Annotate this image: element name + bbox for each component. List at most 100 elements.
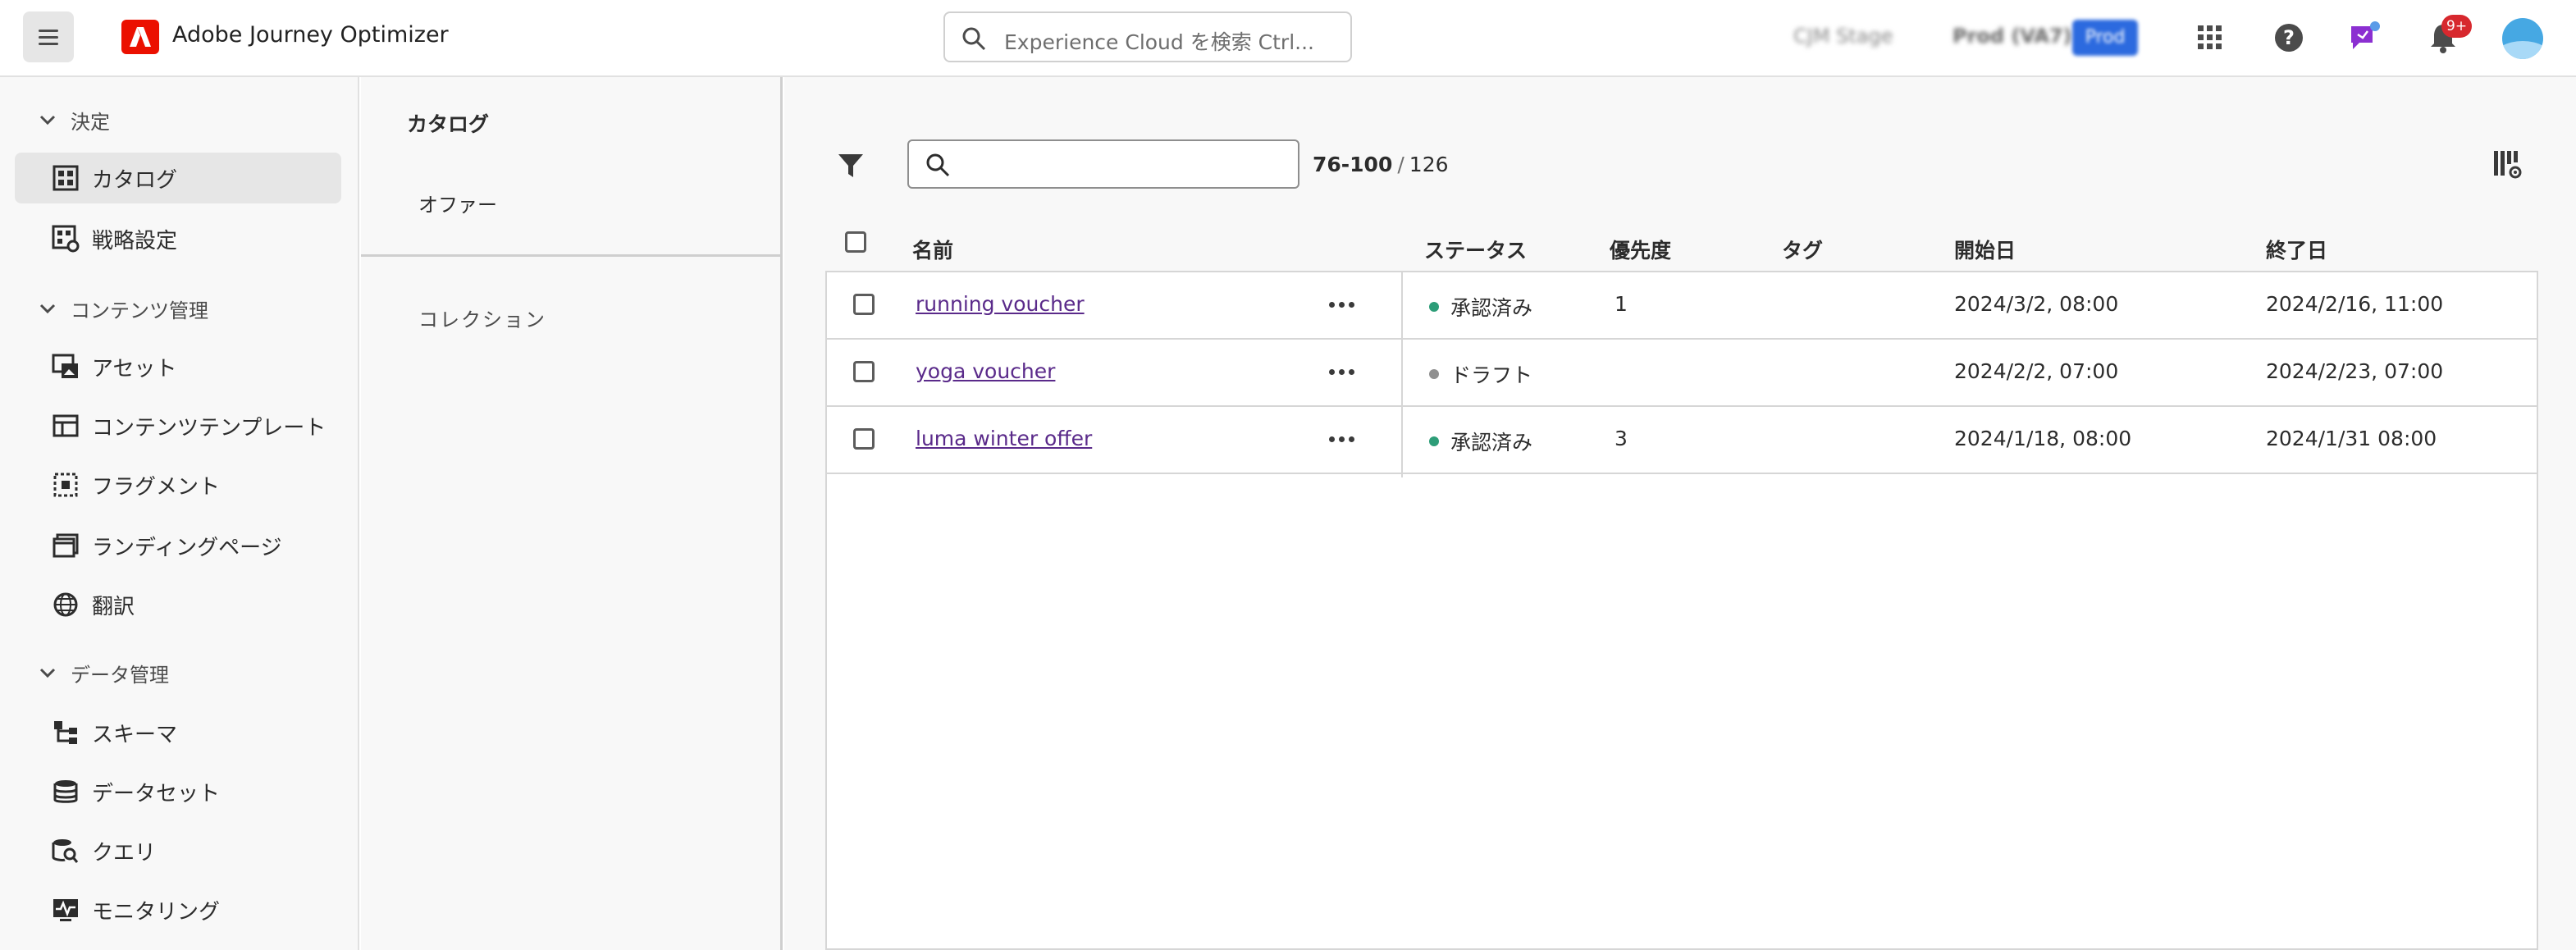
assets-icon bbox=[49, 350, 82, 383]
table-header: 名前 ステータス 優先度 タグ 開始日 終了日 bbox=[825, 218, 2538, 271]
column-tags[interactable]: タグ bbox=[1782, 235, 1823, 264]
sidebar-item-queries[interactable]: クエリ bbox=[15, 825, 341, 876]
pagination-separator: / bbox=[1397, 153, 1404, 176]
status-text: 承認済み bbox=[1450, 431, 1533, 454]
search-placeholder: Experience Cloud を検索 Ctrl... bbox=[1004, 30, 1314, 54]
column-priority[interactable]: 優先度 bbox=[1610, 235, 1671, 264]
sidebar-item-label: アセット bbox=[92, 356, 177, 381]
sidebar-item-fragments[interactable]: フラグメント bbox=[15, 459, 341, 510]
offer-name-link[interactable]: running voucher bbox=[916, 292, 1085, 316]
end-date-value: 2024/1/31 08:00 bbox=[2266, 427, 2437, 450]
landing-page-icon bbox=[49, 529, 82, 562]
pagination-range: 76-100 bbox=[1313, 153, 1393, 176]
catalog-title: カタログ bbox=[407, 112, 490, 136]
sidebar-item-content-templates[interactable]: コンテンツテンプレート bbox=[15, 400, 341, 451]
app-title[interactable]: Adobe Journey Optimizer bbox=[172, 22, 449, 48]
sidebar-item-catalog[interactable]: カタログ bbox=[15, 153, 341, 203]
section-data-management[interactable]: データ管理 bbox=[36, 656, 169, 689]
sidebar-item-label: ランディングページ bbox=[92, 535, 282, 560]
pagination-count: 76-100/126 bbox=[1313, 153, 1449, 176]
sidebar-item-monitoring[interactable]: モニタリング bbox=[15, 884, 341, 935]
pagination-total: 126 bbox=[1409, 153, 1449, 176]
section-label: コンテンツ管理 bbox=[71, 299, 208, 322]
top-bar: Adobe Journey Optimizer Experience Cloud… bbox=[0, 0, 2576, 77]
status-text: ドラフト bbox=[1450, 363, 1533, 387]
section-content-management[interactable]: コンテンツ管理 bbox=[36, 292, 208, 325]
section-decision[interactable]: 決定 bbox=[36, 103, 110, 136]
chevron-down-icon bbox=[36, 297, 59, 320]
offer-name-link[interactable]: yoga voucher bbox=[916, 359, 1055, 383]
table-row[interactable]: luma winter offer 承認済み 3 2024/1/18, 08:0… bbox=[827, 407, 2537, 474]
sidebar-item-label: 戦略設定 bbox=[92, 228, 178, 253]
sidebar-item-label: スキーマ bbox=[92, 722, 178, 747]
feedback-icon[interactable] bbox=[2345, 18, 2384, 57]
column-name[interactable]: 名前 bbox=[912, 235, 953, 264]
row-checkbox[interactable] bbox=[853, 428, 875, 450]
database-icon bbox=[49, 775, 82, 808]
fragment-icon bbox=[49, 468, 82, 501]
env-button-label: Prod bbox=[2085, 27, 2126, 48]
sidebar-item-label: クエリ bbox=[92, 840, 157, 866]
sidebar-item-strategy[interactable]: 戦略設定 bbox=[15, 213, 341, 264]
sidebar-item-label: データセット bbox=[92, 781, 221, 806]
catalog-icon bbox=[49, 162, 82, 194]
end-date-value: 2024/2/16, 11:00 bbox=[2266, 292, 2444, 316]
sandbox-label[interactable]: CJM Stage bbox=[1793, 25, 1893, 48]
more-actions-icon[interactable] bbox=[1329, 302, 1354, 308]
status-badge: ドラフト bbox=[1429, 359, 1532, 389]
monitoring-icon bbox=[49, 893, 82, 926]
hamburger-icon bbox=[39, 35, 58, 39]
query-icon bbox=[49, 834, 82, 867]
column-settings-icon[interactable] bbox=[2492, 149, 2523, 184]
status-dot bbox=[1429, 369, 1439, 379]
status-dot bbox=[1429, 436, 1439, 446]
sidebar-item-assets[interactable]: アセット bbox=[15, 341, 341, 392]
global-search-input[interactable]: Experience Cloud を検索 Ctrl... bbox=[943, 11, 1352, 62]
sidebar-item-label: カタログ bbox=[92, 167, 178, 193]
sidebar-item-schema[interactable]: スキーマ bbox=[15, 707, 341, 758]
template-icon bbox=[49, 409, 82, 442]
org-label[interactable]: Prod (VA7) bbox=[1953, 25, 2072, 48]
sidebar-item-translation[interactable]: 翻訳 bbox=[15, 579, 341, 630]
catalog-divider bbox=[361, 254, 781, 257]
sidebar-item-datasets[interactable]: データセット bbox=[15, 766, 341, 817]
apps-grid-icon[interactable] bbox=[2190, 18, 2230, 57]
help-icon[interactable]: ? bbox=[2269, 18, 2309, 57]
main-content: 76-100/126 名前 ステータス 優先度 タグ 開始日 終了日 runni… bbox=[784, 77, 2576, 950]
start-date-value: 2024/2/2, 07:00 bbox=[1954, 359, 2119, 383]
more-actions-icon[interactable] bbox=[1329, 436, 1354, 442]
more-actions-icon[interactable] bbox=[1329, 369, 1354, 375]
filter-icon[interactable] bbox=[837, 151, 865, 182]
end-date-value: 2024/2/23, 07:00 bbox=[2266, 359, 2444, 383]
start-date-value: 2024/3/2, 08:00 bbox=[1954, 292, 2119, 316]
select-all-checkbox[interactable] bbox=[845, 231, 866, 253]
table-row[interactable]: yoga voucher ドラフト 2024/2/2, 07:00 2024/2… bbox=[827, 340, 2537, 407]
notification-badge: 9+ bbox=[2441, 15, 2473, 38]
row-checkbox[interactable] bbox=[853, 294, 875, 315]
priority-value: 1 bbox=[1615, 292, 1628, 316]
start-date-value: 2024/1/18, 08:00 bbox=[1954, 427, 2132, 450]
tab-collections[interactable]: コレクション bbox=[418, 304, 546, 332]
tab-offers[interactable]: オファー bbox=[418, 189, 497, 217]
chevron-down-icon bbox=[36, 661, 59, 684]
sidebar-item-label: コンテンツテンプレート bbox=[92, 415, 327, 441]
priority-value: 3 bbox=[1615, 427, 1628, 450]
offer-name-link[interactable]: luma winter offer bbox=[916, 427, 1092, 450]
avatar[interactable] bbox=[2502, 18, 2543, 59]
env-button[interactable]: Prod bbox=[2072, 20, 2138, 56]
row-checkbox[interactable] bbox=[853, 361, 875, 382]
sidebar-item-label: 翻訳 bbox=[92, 594, 135, 619]
column-status[interactable]: ステータス bbox=[1424, 235, 1527, 264]
column-end-date[interactable]: 終了日 bbox=[2266, 235, 2327, 264]
offer-search-input[interactable] bbox=[907, 139, 1299, 189]
svg-text:?: ? bbox=[2283, 26, 2295, 49]
sidebar-item-landing-pages[interactable]: ランディングページ bbox=[15, 520, 341, 571]
column-start-date[interactable]: 開始日 bbox=[1954, 235, 2016, 264]
table-body: running voucher 承認済み 1 2024/3/2, 08:00 2… bbox=[825, 271, 2538, 950]
menu-toggle-button[interactable] bbox=[23, 11, 74, 62]
sidebar-item-label: フラグメント bbox=[92, 474, 221, 500]
table-row[interactable]: running voucher 承認済み 1 2024/3/2, 08:00 2… bbox=[827, 272, 2537, 340]
search-icon bbox=[962, 27, 986, 51]
schema-icon bbox=[49, 716, 82, 749]
adobe-logo[interactable] bbox=[121, 20, 159, 54]
